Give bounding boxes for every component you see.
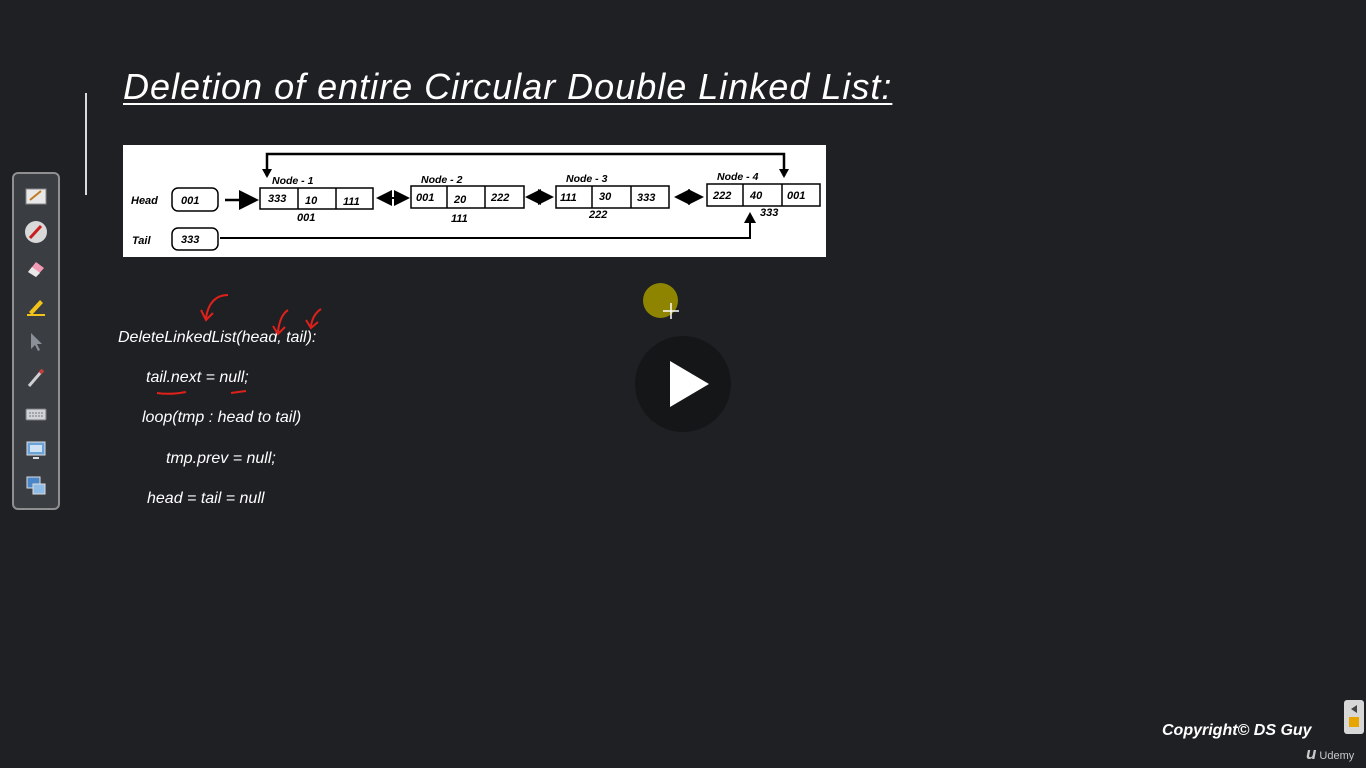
node-prev: 333 xyxy=(268,193,286,205)
node-label: Node - 3 xyxy=(566,173,608,185)
code-line-2: tail.next = null; xyxy=(146,369,249,386)
node-data: 10 xyxy=(305,195,318,207)
node-next: 111 xyxy=(343,196,360,208)
code-line-5: head = tail = null xyxy=(147,490,265,507)
udemy-mark: u xyxy=(1306,744,1317,763)
node-label: Node - 4 xyxy=(717,171,759,183)
divider-line xyxy=(85,93,87,195)
node-next: 001 xyxy=(787,190,805,202)
tail-label: Tail xyxy=(132,235,151,247)
slide-title: Deletion of entire Circular Double Linke… xyxy=(123,66,893,107)
node-2: Node - 2 001 20 222 111 xyxy=(410,174,525,225)
brush-icon[interactable] xyxy=(22,364,50,392)
whiteboard-icon[interactable] xyxy=(22,183,50,211)
node-prev: 222 xyxy=(712,190,731,202)
chevron-left-icon xyxy=(1349,705,1359,727)
highlighter-icon[interactable] xyxy=(22,292,50,320)
code-line-3: loop(tmp : head to tail) xyxy=(142,409,302,426)
drawing-toolbar xyxy=(12,172,60,510)
keyboard-icon[interactable] xyxy=(22,400,50,428)
node-address: 333 xyxy=(760,207,778,219)
pointer-icon[interactable] xyxy=(22,328,50,356)
udemy-logo: u Udemy xyxy=(1306,744,1354,764)
node-prev: 111 xyxy=(560,192,577,204)
node-address: 111 xyxy=(451,213,468,225)
switch-screen-icon[interactable] xyxy=(22,472,50,500)
eraser-icon[interactable] xyxy=(22,255,50,283)
linked-list-diagram: Head 001 Tail 333 Node - 1 333 10 111 00… xyxy=(123,145,826,257)
code-line-4: tmp.prev = null; xyxy=(166,450,276,467)
node-data: 40 xyxy=(749,190,763,202)
node-label: Node - 1 xyxy=(272,175,314,187)
node-address: 001 xyxy=(297,212,315,224)
node-address: 222 xyxy=(588,209,607,221)
node-next: 222 xyxy=(490,192,509,204)
node-prev: 001 xyxy=(416,192,434,204)
crosshair-cursor-icon xyxy=(663,303,679,319)
node-3: Node - 3 111 30 333 222 xyxy=(555,173,670,221)
head-label: Head xyxy=(131,195,158,207)
code-line-1: DeleteLinkedList(head, tail): xyxy=(118,329,317,346)
tail-value: 333 xyxy=(181,234,199,246)
play-button[interactable] xyxy=(635,336,731,432)
head-value: 001 xyxy=(181,195,199,207)
node-1: Node - 1 333 10 111 001 xyxy=(259,175,374,224)
node-data: 30 xyxy=(599,191,612,203)
pen-icon[interactable] xyxy=(22,218,50,246)
play-icon xyxy=(670,361,709,407)
udemy-text: Udemy xyxy=(1319,750,1355,762)
side-panel-handle[interactable] xyxy=(1344,700,1364,734)
node-label: Node - 2 xyxy=(421,174,463,186)
node-4: Node - 4 222 40 001 333 xyxy=(706,171,821,219)
node-data: 20 xyxy=(453,194,467,206)
node-next: 333 xyxy=(637,192,655,204)
copyright-text: Copyright© DS Guy xyxy=(1162,722,1312,739)
screen-capture-icon[interactable] xyxy=(22,436,50,464)
